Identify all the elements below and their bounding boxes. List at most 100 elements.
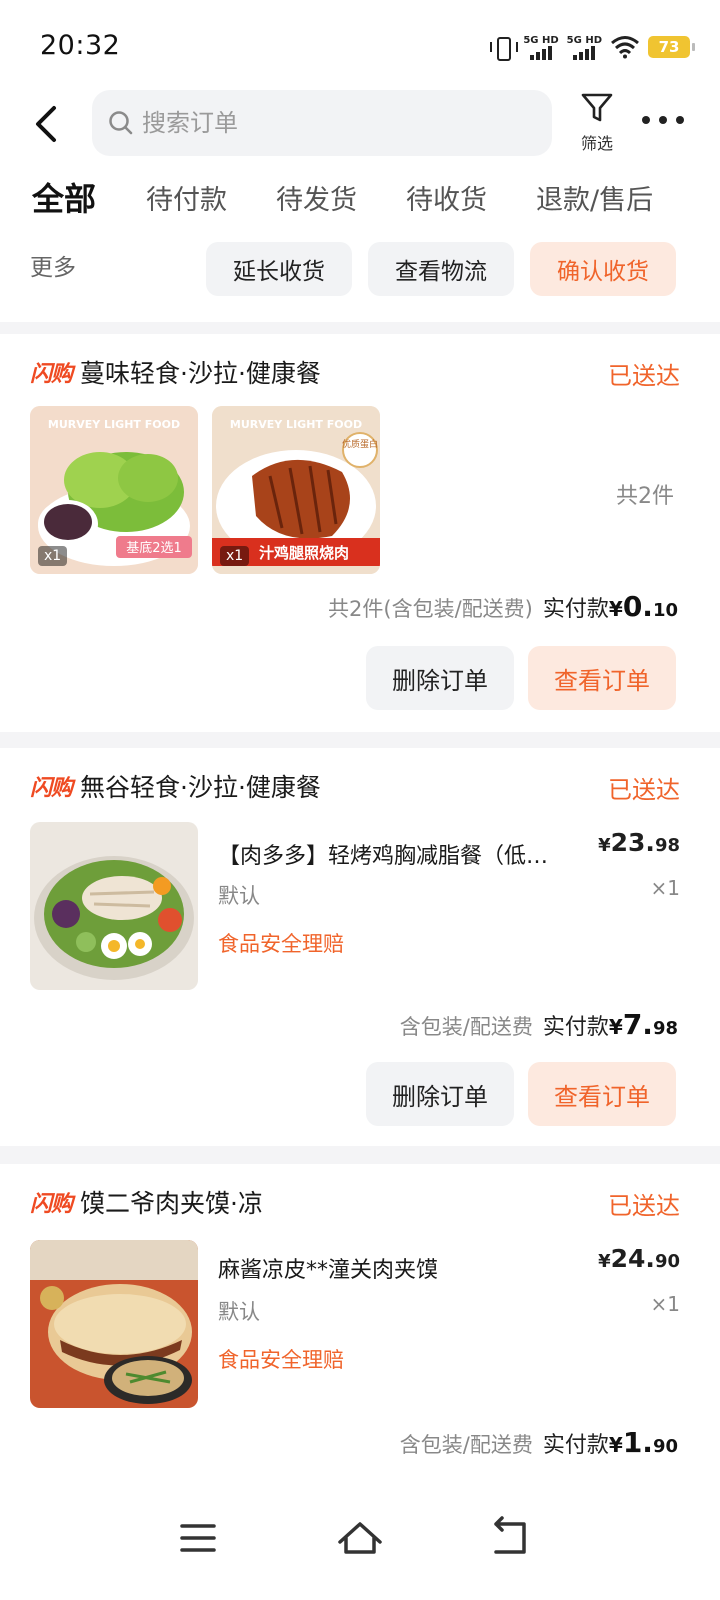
item-count: 共2件 bbox=[616, 484, 674, 509]
back-nav-icon[interactable] bbox=[480, 1508, 540, 1568]
search-input[interactable] bbox=[142, 109, 522, 137]
system-nav-bar bbox=[0, 1486, 720, 1600]
product-image[interactable]: 基底2选1 MURVEY LIGHT FOOD x1 bbox=[30, 406, 198, 574]
delete-order-button[interactable]: 删除订单 bbox=[366, 1062, 514, 1126]
shop-row[interactable]: 闪购 無谷轻食·沙拉·健康餐 bbox=[30, 768, 321, 804]
menu-icon[interactable] bbox=[168, 1508, 228, 1568]
payment-summary: 共2件(含包装/配送费) 实付款 ¥0. 10 bbox=[328, 590, 678, 623]
signal-label: 5G HD bbox=[566, 34, 602, 46]
item-spec: 默认 bbox=[218, 884, 260, 908]
payment-summary: 含包装/配送费 实付款 ¥7. 98 bbox=[400, 1008, 678, 1041]
shop-row[interactable]: 闪购 馍二爷肉夹馍·凉 bbox=[30, 1184, 263, 1220]
paid-amount-int: 0. bbox=[622, 590, 653, 623]
food-safety-tag[interactable]: 食品安全理赔 bbox=[218, 1344, 344, 1374]
paid-label: 实付款 bbox=[542, 1433, 609, 1458]
currency-symbol: ¥ bbox=[608, 1015, 623, 1039]
image-corner-tag: 优质蛋白 bbox=[342, 438, 378, 450]
paid-label: 实付款 bbox=[542, 597, 609, 622]
product-image[interactable]: 优质蛋白 汁鸡腿照烧肉 MURVEY LIGHT FOOD x1 bbox=[212, 406, 380, 574]
battery-icon: 73 bbox=[648, 36, 695, 58]
food-safety-tag[interactable]: 食品安全理赔 bbox=[218, 928, 344, 958]
item-spec: 默认 bbox=[218, 1300, 260, 1324]
shop-row[interactable]: 闪购 蔓味轻食·沙拉·健康餐 bbox=[30, 354, 321, 390]
paid-amount-int: 1. bbox=[622, 1426, 653, 1459]
view-order-button[interactable]: 查看订单 bbox=[528, 646, 676, 710]
home-icon[interactable] bbox=[330, 1508, 390, 1568]
price-dec: 90 bbox=[654, 1251, 680, 1272]
currency-symbol: ¥ bbox=[608, 1433, 623, 1457]
item-quantity: ×1 bbox=[650, 1292, 680, 1316]
order-card[interactable]: 闪购 蔓味轻食·沙拉·健康餐 已送达 基底2选1 MURVEY LIGHT FO… bbox=[0, 334, 720, 732]
view-order-button[interactable]: 查看订单 bbox=[528, 1062, 676, 1126]
shangou-logo: 闪购 bbox=[30, 362, 73, 387]
more-actions-label[interactable]: 更多 bbox=[30, 248, 76, 282]
delete-order-button[interactable]: 删除订单 bbox=[366, 646, 514, 710]
signal-label: 5G HD bbox=[523, 34, 559, 46]
item-title[interactable]: 【肉多多】轻烤鸡胸减脂餐（低… bbox=[218, 838, 588, 870]
paid-label: 实付款 bbox=[542, 1015, 609, 1040]
quantity-badge: x1 bbox=[38, 546, 68, 566]
filter-label: 筛选 bbox=[580, 134, 613, 153]
paid-amount-dec: 90 bbox=[652, 1436, 678, 1457]
paid-amount-int: 7. bbox=[622, 1008, 653, 1041]
battery-level: 73 bbox=[658, 38, 680, 56]
paid-amount-dec: 10 bbox=[652, 600, 678, 621]
search-bar[interactable] bbox=[92, 90, 552, 156]
currency-symbol: ¥ bbox=[598, 835, 611, 856]
summary-note: 共2件(含包装/配送费) bbox=[328, 597, 533, 621]
filter-button[interactable]: 筛选 bbox=[574, 92, 620, 154]
price-int: 23. bbox=[610, 828, 655, 857]
item-price: ¥23.98 bbox=[598, 828, 680, 857]
view-logistics-button[interactable]: 查看物流 bbox=[368, 242, 514, 296]
price-dec: 98 bbox=[654, 835, 680, 856]
wifi-icon bbox=[611, 36, 639, 59]
price-int: 24. bbox=[610, 1244, 655, 1273]
shangou-logo: 闪购 bbox=[30, 776, 73, 801]
shop-name[interactable]: 蔓味轻食·沙拉·健康餐 bbox=[80, 354, 321, 390]
shop-name[interactable]: 無谷轻食·沙拉·健康餐 bbox=[80, 768, 321, 804]
tab-refund-aftersale[interactable]: 退款/售后 bbox=[536, 178, 653, 217]
item-title[interactable]: 麻酱凉皮**潼关肉夹馍 bbox=[218, 1252, 588, 1284]
quantity-badge: x1 bbox=[220, 546, 250, 566]
status-time: 20:32 bbox=[40, 30, 121, 61]
currency-symbol: ¥ bbox=[608, 597, 623, 621]
filter-icon bbox=[581, 93, 613, 122]
image-brand-text: MURVEY LIGHT FOOD bbox=[48, 418, 180, 431]
tab-pending-payment[interactable]: 待付款 bbox=[146, 178, 227, 217]
back-icon[interactable] bbox=[30, 104, 66, 144]
shop-name[interactable]: 馍二爷肉夹馍·凉 bbox=[80, 1184, 263, 1220]
status-bar: 20:32 5G HD 5G HD 73 bbox=[0, 0, 720, 88]
image-brand-text: MURVEY LIGHT FOOD bbox=[230, 418, 362, 431]
summary-note: 含包装/配送费 bbox=[399, 1433, 533, 1457]
search-icon bbox=[109, 111, 133, 135]
more-options-icon[interactable] bbox=[642, 108, 684, 132]
order-card[interactable]: 闪购 馍二爷肉夹馍·凉 已送达 麻酱凉皮**潼关肉夹馍 默认 食品安全理赔 ¥2… bbox=[0, 1164, 720, 1486]
status-icons: 5G HD 5G HD 73 bbox=[489, 32, 695, 62]
currency-symbol: ¥ bbox=[598, 1251, 611, 1272]
order-status: 已送达 bbox=[608, 776, 680, 804]
item-quantity: ×1 bbox=[650, 876, 680, 900]
chicken-breast-bowl-image bbox=[30, 822, 198, 990]
tab-all[interactable]: 全部 bbox=[32, 174, 96, 220]
confirm-receipt-button[interactable]: 确认收货 bbox=[530, 242, 676, 296]
image-caption: 汁鸡腿照烧肉 bbox=[259, 544, 349, 562]
product-image[interactable] bbox=[30, 1240, 198, 1408]
order-card[interactable]: 闪购 無谷轻食·沙拉·健康餐 已送达 【肉多多】轻烤鸡胸减脂餐（低… 默认 食品… bbox=[0, 748, 720, 1146]
item-price: ¥24.90 bbox=[598, 1244, 680, 1273]
tab-pending-shipment[interactable]: 待发货 bbox=[276, 178, 357, 217]
product-image[interactable] bbox=[30, 822, 198, 990]
order-status: 已送达 bbox=[608, 1192, 680, 1220]
vibrate-icon bbox=[489, 34, 519, 61]
order-tabs: 全部 待付款 待发货 待收货 退款/售后 bbox=[0, 178, 720, 228]
tab-pending-receipt[interactable]: 待收货 bbox=[406, 178, 487, 217]
paid-amount-dec: 98 bbox=[652, 1018, 678, 1039]
image-caption: 基底2选1 bbox=[126, 540, 182, 556]
extend-receipt-button[interactable]: 延长收货 bbox=[206, 242, 352, 296]
roujiamo-image bbox=[30, 1240, 198, 1408]
payment-summary: 含包装/配送费 实付款 ¥1. 90 bbox=[400, 1426, 678, 1459]
order-status: 已送达 bbox=[608, 362, 680, 390]
shangou-logo: 闪购 bbox=[30, 1192, 73, 1217]
signal-icon: 5G HD bbox=[523, 34, 559, 60]
summary-note: 含包装/配送费 bbox=[399, 1015, 533, 1039]
signal-icon: 5G HD bbox=[567, 35, 602, 60]
